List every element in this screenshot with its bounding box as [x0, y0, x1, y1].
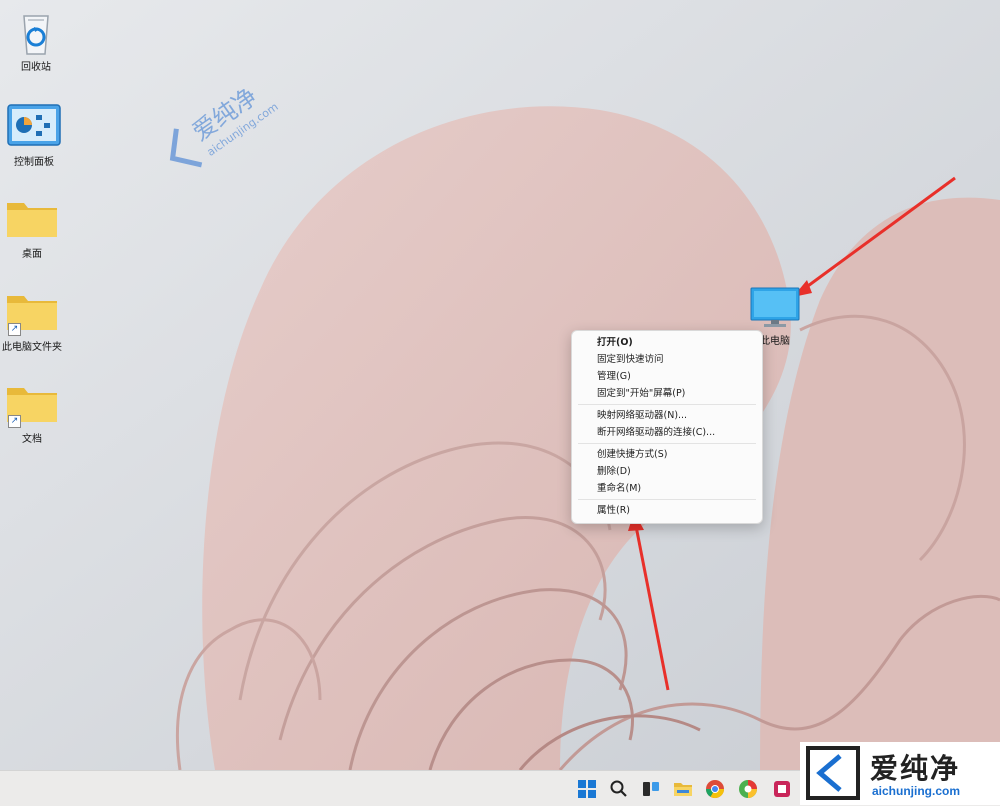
- menu-item-rename[interactable]: 重命名(M): [572, 480, 762, 497]
- control-panel-icon: [6, 103, 62, 151]
- folder-icon: [4, 195, 60, 243]
- menu-item-pin-quick-access[interactable]: 固定到快速访问: [572, 351, 762, 368]
- menu-separator: [578, 443, 756, 444]
- monitor-icon: [747, 284, 803, 330]
- task-view-icon[interactable]: [641, 779, 661, 799]
- desktop-icon-recycle-bin[interactable]: 回收站: [6, 8, 66, 73]
- shortcut-arrow-icon: ↗: [8, 415, 21, 428]
- menu-item-manage[interactable]: 管理(G): [572, 368, 762, 385]
- desktop: 爱纯净 aichunjing.com 回收站 控制面板 桌面 ↗ 此电脑文件夹 …: [0, 0, 1000, 770]
- desktop-icon-label: 控制面板: [14, 157, 54, 168]
- shortcut-arrow-icon: ↗: [8, 323, 21, 336]
- desktop-icon-label: 文档: [22, 434, 42, 445]
- file-explorer-icon[interactable]: [673, 779, 693, 799]
- start-icon[interactable]: [577, 779, 597, 799]
- desktop-icon-control-panel[interactable]: 控制面板: [4, 103, 64, 168]
- desktop-icon-desktop-folder[interactable]: 桌面: [2, 195, 62, 260]
- browser-icon[interactable]: [738, 779, 758, 799]
- chrome-icon[interactable]: [705, 779, 725, 799]
- desktop-icon-label: 桌面: [22, 249, 42, 260]
- desktop-icon-label: 回收站: [21, 62, 51, 73]
- brand-name: 爱纯净: [870, 752, 961, 785]
- folder-shortcut-icon: ↗: [4, 288, 60, 336]
- menu-separator: [578, 404, 756, 405]
- app-icon[interactable]: [772, 779, 792, 799]
- menu-item-delete[interactable]: 删除(D): [572, 463, 762, 480]
- wallpaper: [0, 0, 1000, 770]
- recycle-bin-icon: [8, 8, 64, 56]
- menu-item-create-shortcut[interactable]: 创建快捷方式(S): [572, 446, 762, 463]
- menu-item-map-network-drive[interactable]: 映射网络驱动器(N)...: [572, 407, 762, 424]
- menu-item-open[interactable]: 打开(O): [572, 334, 762, 351]
- brand-url: aichunjing.com: [872, 784, 961, 798]
- menu-separator: [578, 499, 756, 500]
- menu-item-disconnect-network-drive[interactable]: 断开网络驱动器的连接(C)...: [572, 424, 762, 441]
- search-icon[interactable]: [609, 779, 629, 799]
- brand-watermark: 爱纯净 aichunjing.com: [800, 742, 1000, 805]
- desktop-icon-pc-folder[interactable]: ↗ 此电脑文件夹: [2, 288, 62, 353]
- desktop-icon-documents[interactable]: ↗ 文档: [2, 380, 62, 445]
- desktop-icon-label: 此电脑文件夹: [2, 342, 62, 353]
- menu-item-pin-start[interactable]: 固定到"开始"屏幕(P): [572, 385, 762, 402]
- menu-item-properties[interactable]: 属性(R): [572, 502, 762, 519]
- context-menu: 打开(O) 固定到快速访问 管理(G) 固定到"开始"屏幕(P) 映射网络驱动器…: [571, 330, 763, 524]
- folder-shortcut-icon: ↗: [4, 380, 60, 428]
